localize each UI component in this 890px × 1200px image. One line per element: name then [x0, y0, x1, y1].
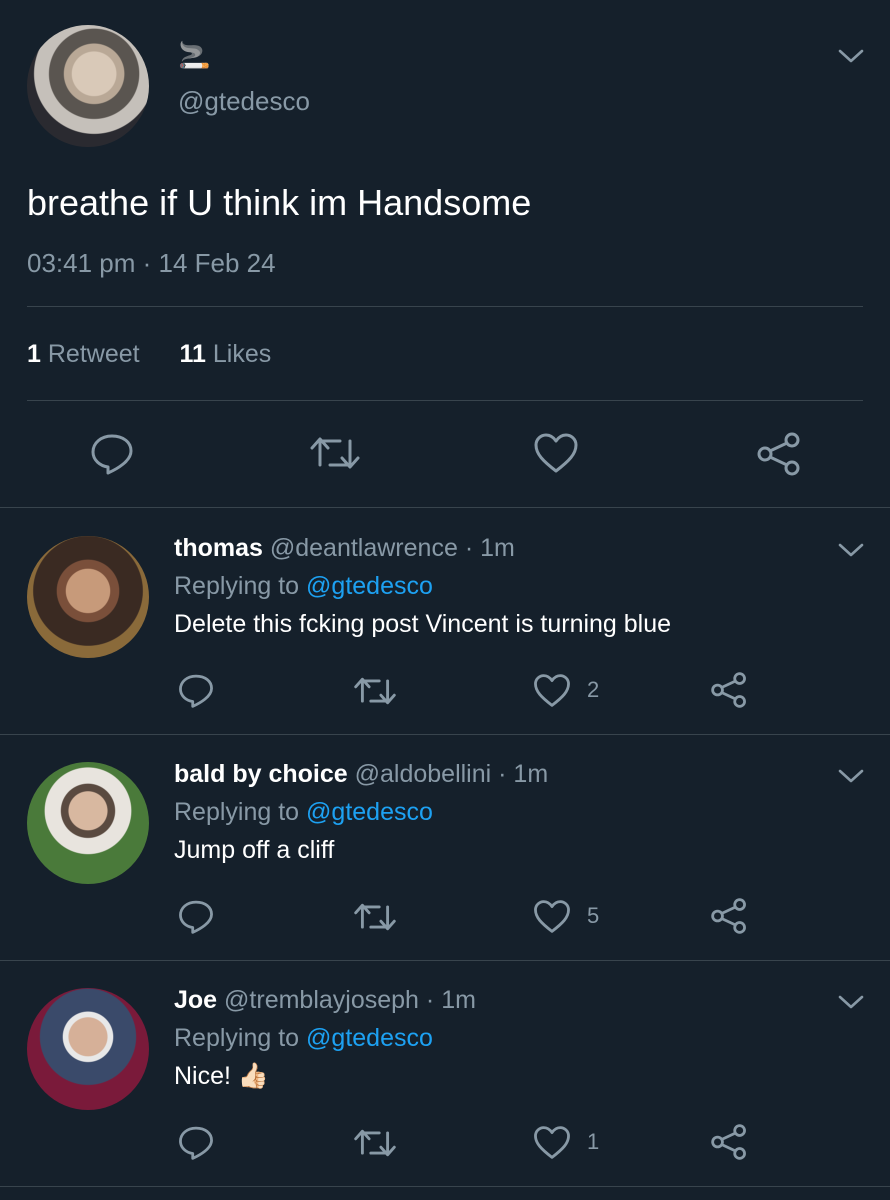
retweet-icon[interactable] — [310, 433, 360, 473]
reply-tweet[interactable]: bald by choice @aldobellini · 1m Replyin… — [0, 734, 890, 960]
like-icon[interactable] — [533, 1125, 571, 1160]
retweet-count[interactable]: 1 — [27, 340, 41, 368]
reply-icon[interactable] — [178, 898, 214, 934]
retweet-icon[interactable] — [354, 900, 396, 934]
reply-icon[interactable] — [178, 1124, 214, 1160]
reply-time: · 1m — [425, 986, 476, 1014]
chevron-down-icon[interactable] — [838, 48, 864, 66]
replying-prefix: Replying to — [174, 798, 300, 826]
timestamp[interactable]: 03:41 pm · 14 Feb 24 — [27, 248, 276, 279]
display-name[interactable]: 🚬 — [178, 40, 210, 71]
reply-name[interactable]: bald by choice — [174, 760, 348, 788]
reply-tweet[interactable]: thomas @deantlawrence · 1m Replying to @… — [0, 508, 890, 734]
replying-to: Replying to @gtedesco — [174, 798, 433, 827]
share-icon[interactable] — [710, 898, 748, 934]
replying-to: Replying to @gtedesco — [174, 572, 433, 601]
reply-header: Joe @tremblayjoseph · 1m — [174, 986, 476, 1015]
reply-text: Nice! 👍🏻 — [174, 1062, 270, 1090]
reply-name[interactable]: Joe — [174, 986, 217, 1014]
reply-name[interactable]: thomas — [174, 534, 263, 562]
reply-header: bald by choice @aldobellini · 1m — [174, 760, 548, 789]
reply-handle[interactable]: @aldobellini — [355, 760, 492, 788]
retweet-label[interactable]: Retweet — [48, 340, 140, 368]
replying-handle[interactable]: @gtedesco — [306, 1024, 433, 1052]
reply-handle[interactable]: @deantlawrence — [270, 534, 458, 562]
like-icon[interactable] — [533, 899, 571, 934]
handle[interactable]: @gtedesco — [178, 86, 310, 117]
share-icon[interactable] — [756, 432, 802, 476]
avatar[interactable] — [27, 762, 149, 884]
retweet-icon[interactable] — [354, 1126, 396, 1160]
replying-handle[interactable]: @gtedesco — [306, 798, 433, 826]
like-count: 5 — [587, 903, 600, 928]
chevron-down-icon[interactable] — [838, 768, 864, 786]
replying-prefix: Replying to — [174, 572, 300, 600]
share-icon[interactable] — [710, 1124, 748, 1160]
replying-prefix: Replying to — [174, 1024, 300, 1052]
engagement-stats: 1 Retweet 11 Likes — [27, 340, 271, 369]
divider — [0, 1186, 890, 1187]
reply-handle[interactable]: @tremblayjoseph — [224, 986, 419, 1014]
replying-to: Replying to @gtedesco — [174, 1024, 433, 1053]
chevron-down-icon[interactable] — [838, 542, 864, 560]
divider — [27, 306, 863, 307]
reply-icon[interactable] — [178, 672, 214, 708]
retweet-icon[interactable] — [354, 674, 396, 708]
divider — [27, 400, 863, 401]
like-count: 1 — [587, 1129, 600, 1154]
avatar[interactable] — [27, 988, 149, 1110]
reply-icon[interactable] — [90, 431, 134, 475]
reply-tweet[interactable]: Joe @tremblayjoseph · 1m Replying to @gt… — [0, 960, 890, 1186]
reply-text: Jump off a cliff — [174, 836, 335, 864]
likes-label[interactable]: Likes — [213, 340, 271, 368]
like-icon[interactable] — [533, 673, 571, 708]
avatar[interactable] — [27, 25, 149, 147]
likes-count[interactable]: 11 — [179, 340, 205, 368]
tweet-text: breathe if U think im Handsome — [27, 182, 532, 223]
replying-handle[interactable]: @gtedesco — [306, 572, 433, 600]
share-icon[interactable] — [710, 672, 748, 708]
avatar[interactable] — [27, 536, 149, 658]
reply-time: · 1m — [498, 760, 549, 788]
reply-text: Delete this fcking post Vincent is turni… — [174, 610, 672, 638]
chevron-down-icon[interactable] — [838, 994, 864, 1012]
reply-time: · 1m — [464, 534, 515, 562]
like-count: 2 — [587, 677, 600, 702]
like-icon[interactable] — [533, 432, 579, 474]
reply-header: thomas @deantlawrence · 1m — [174, 534, 515, 563]
